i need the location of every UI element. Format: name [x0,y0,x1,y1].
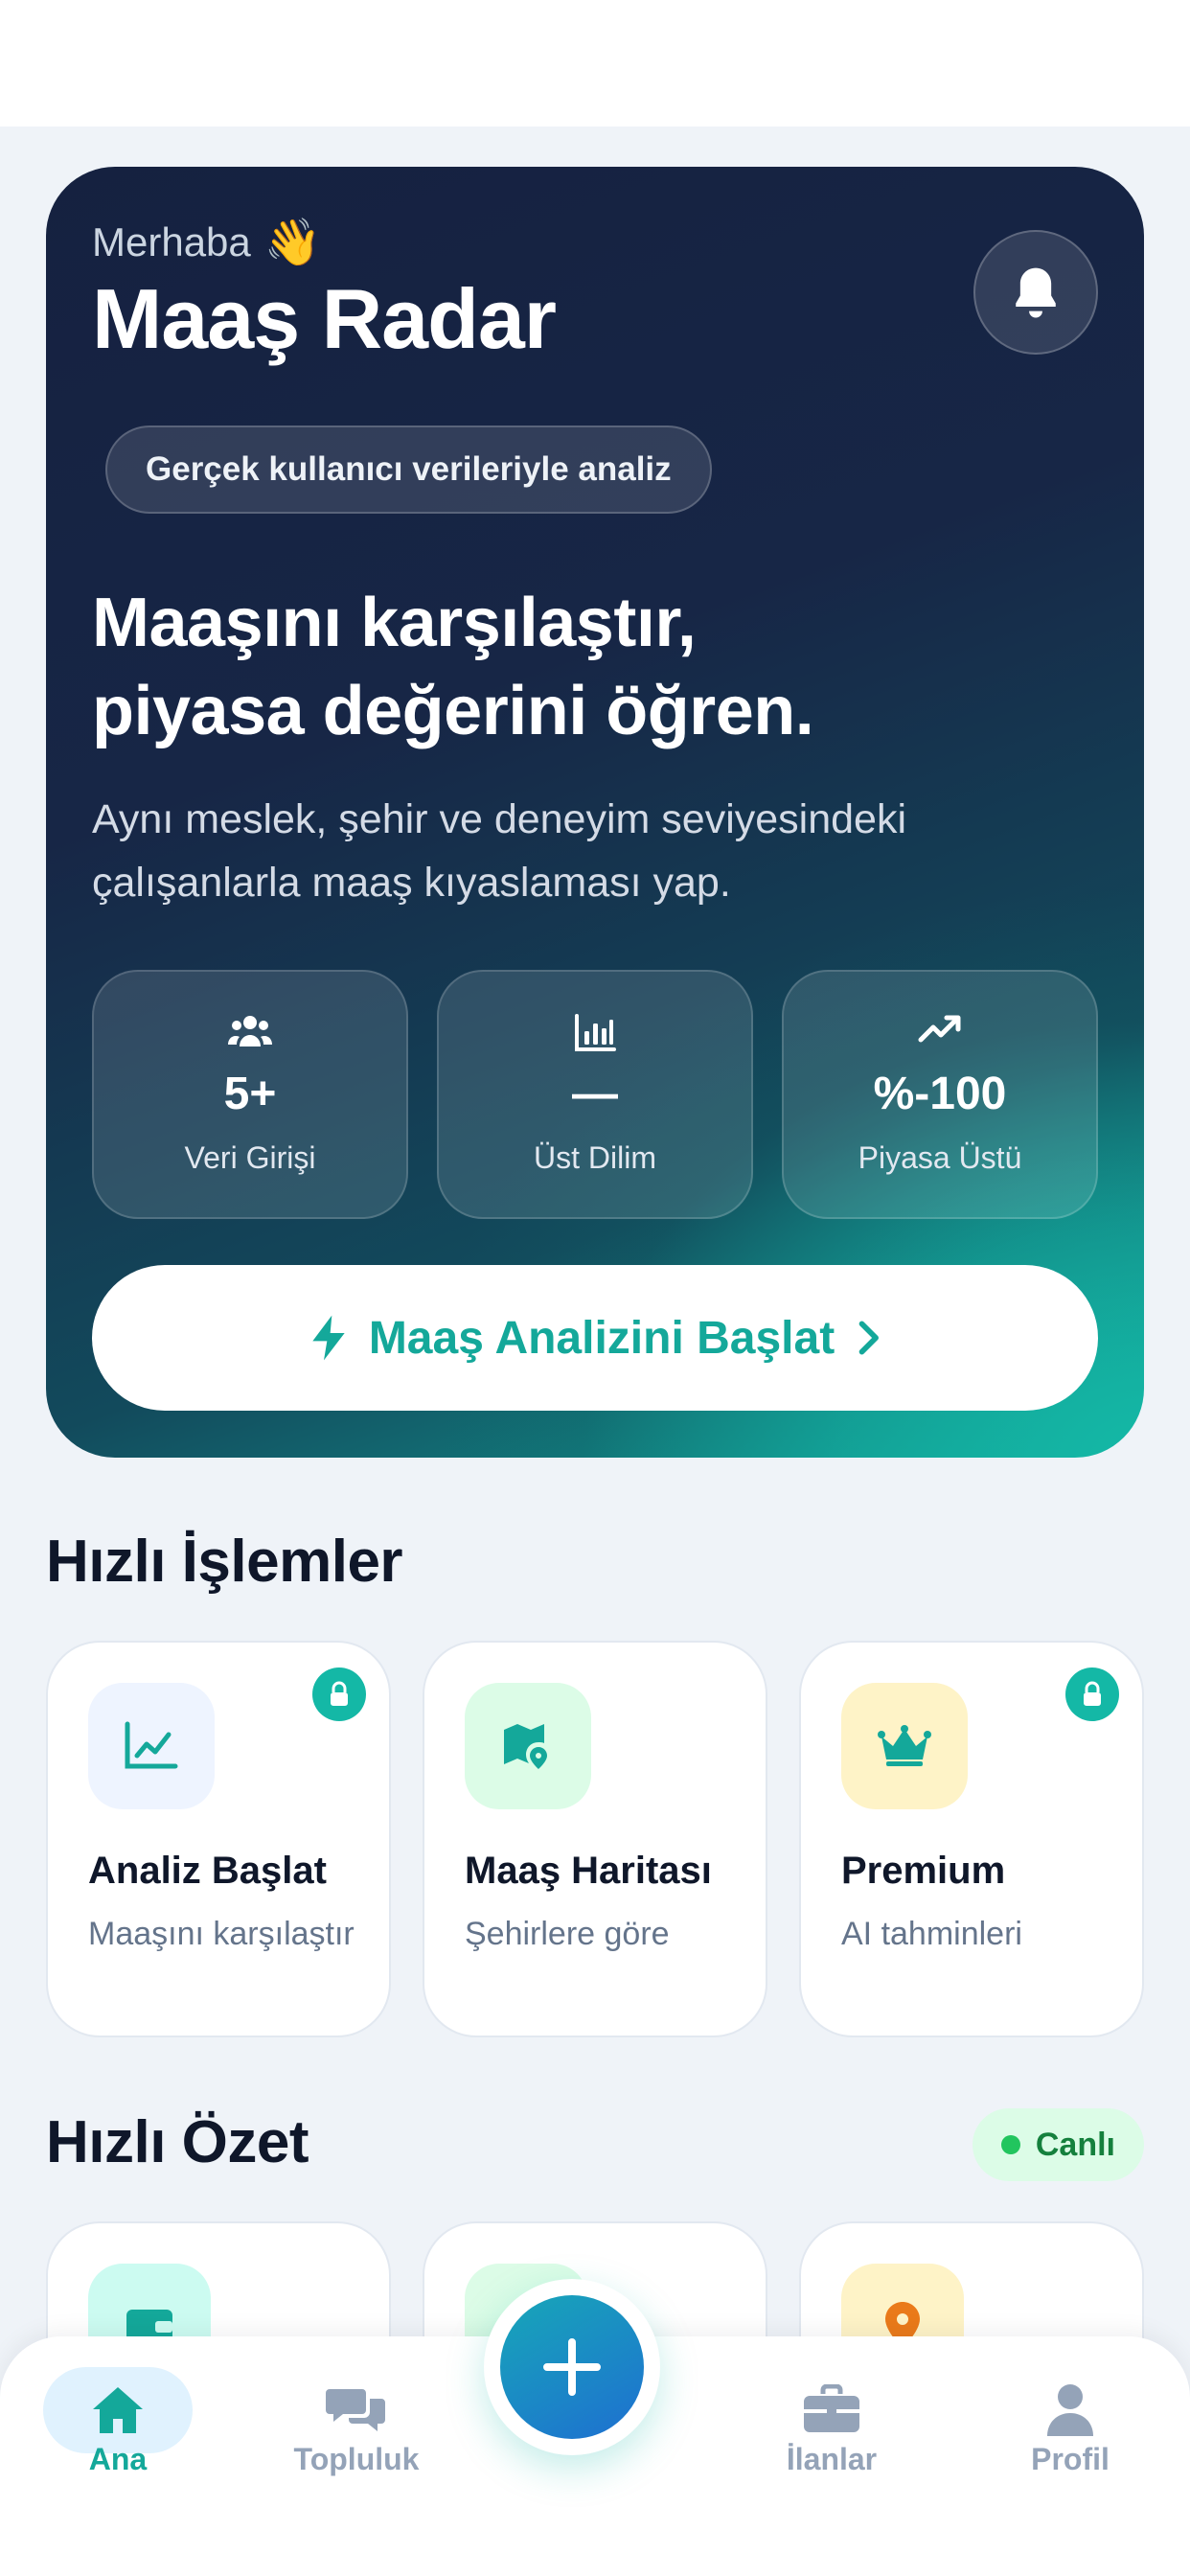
lock-badge [312,1668,366,1721]
map-pin-icon [504,1724,547,1769]
crown-icon [878,1725,931,1766]
tab-community-label: Topluluk [293,2442,420,2476]
chevron-right-icon [858,1321,880,1355]
tab-home-highlight [43,2367,193,2453]
hero-subtitle-line1: Aynı meslek, şehir ve deneyim seviyesind… [92,796,907,842]
tab-profile[interactable]: Profil [965,2336,1176,2528]
stat-above-market-value: %-100 [873,1069,1007,1119]
add-button[interactable] [500,2295,644,2439]
hero-headline-line2: piyasa değerini öğren. [92,673,814,749]
users-icon [228,1016,272,1046]
stat-above-market: %-100 Piyasa Üstü [782,970,1098,1219]
plus-icon [543,2338,601,2396]
quick-actions-title: Hızlı İşlemler [46,1529,403,1595]
quick-action-analysis-tile [88,1683,215,1809]
user-icon [1047,2384,1093,2436]
tab-community[interactable]: Topluluk [251,2336,462,2528]
trending-up-icon [918,1015,961,1043]
tab-listings-label: İlanlar [786,2442,878,2476]
stat-above-market-label: Piyasa Üstü [858,1140,1022,1175]
app-title: Maaş Radar [92,271,557,366]
lock-icon [331,1681,348,1706]
tab-home-label: Ana [88,2442,148,2476]
quick-action-premium-title: Premium [841,1850,1006,1892]
start-analysis-button[interactable]: Maaş Analizini Başlat [92,1265,1098,1411]
tab-profile-label: Profil [1031,2442,1110,2476]
stat-entries: 5+ Veri Girişi [92,970,408,1219]
stat-entries-label: Veri Girişi [184,1140,316,1175]
quick-action-premium-desc: AI tahminleri [841,1916,1022,1952]
hero-headline: Maaşını karşılaştır, piyasa değerini öğr… [92,579,814,755]
briefcase-icon [804,2384,859,2432]
start-analysis-label: Maaş Analizini Başlat [368,1312,835,1364]
stats-row: 5+ Veri Girişi — Üst Dilim %-100 Piyasa … [92,970,1098,1219]
quick-summary-title: Hızlı Özet [46,2109,309,2175]
notifications-button[interactable] [973,230,1098,355]
chat-icon [326,2389,385,2431]
lock-icon [1084,1681,1101,1706]
tab-listings[interactable]: İlanlar [726,2336,937,2528]
status-bar-area [0,0,1190,126]
live-badge: Canlı [972,2108,1144,2181]
quick-action-premium[interactable]: Premium AI tahminleri [799,1641,1144,2037]
quick-action-salary-map-tile [465,1683,591,1809]
quick-action-salary-map-title: Maaş Haritası [465,1850,712,1892]
hero-subtitle-line2: çalışanlarla maaş kıyaslaması yap. [92,860,731,906]
stat-top-percentile-value: — [572,1069,618,1119]
hero-card: Merhaba 👋 Maaş Radar Gerçek kullanıcı ve… [46,167,1144,1458]
stat-top-percentile-label: Üst Dilim [534,1140,656,1175]
quick-action-analysis-title: Analiz Başlat [88,1850,327,1892]
bar-chart-icon [575,1014,616,1051]
bolt-icon [312,1315,345,1361]
hero-subtitle: Aynı meslek, şehir ve deneyim seviyesind… [92,788,906,914]
data-source-badge: Gerçek kullanıcı verileriyle analiz [105,426,712,514]
live-label: Canlı [1035,2126,1115,2163]
hero-headline-line1: Maaşını karşılaştır, [92,585,697,661]
quick-action-analysis[interactable]: Analiz Başlat Maaşını karşılaştır [46,1641,391,2037]
quick-action-salary-map[interactable]: Maaş Haritası Şehirlere göre [423,1641,767,2037]
quick-action-analysis-desc: Maaşını karşılaştır [88,1916,355,1952]
stat-entries-value: 5+ [223,1069,277,1119]
home-icon [93,2387,143,2433]
live-dot-icon [1000,2135,1020,2154]
line-chart-icon [125,1721,178,1769]
stat-top-percentile: — Üst Dilim [437,970,753,1219]
quick-action-salary-map-desc: Şehirlere göre [465,1916,670,1952]
bell-icon [1016,267,1056,318]
tab-home[interactable]: Ana [12,2336,223,2528]
wave-emoji: 👋 [263,218,322,268]
add-button-ring [484,2279,660,2455]
quick-action-premium-tile [841,1683,968,1809]
lock-badge [1065,1668,1119,1721]
greeting-text: Merhaba [92,218,251,264]
greeting: Merhaba 👋 [92,215,322,269]
